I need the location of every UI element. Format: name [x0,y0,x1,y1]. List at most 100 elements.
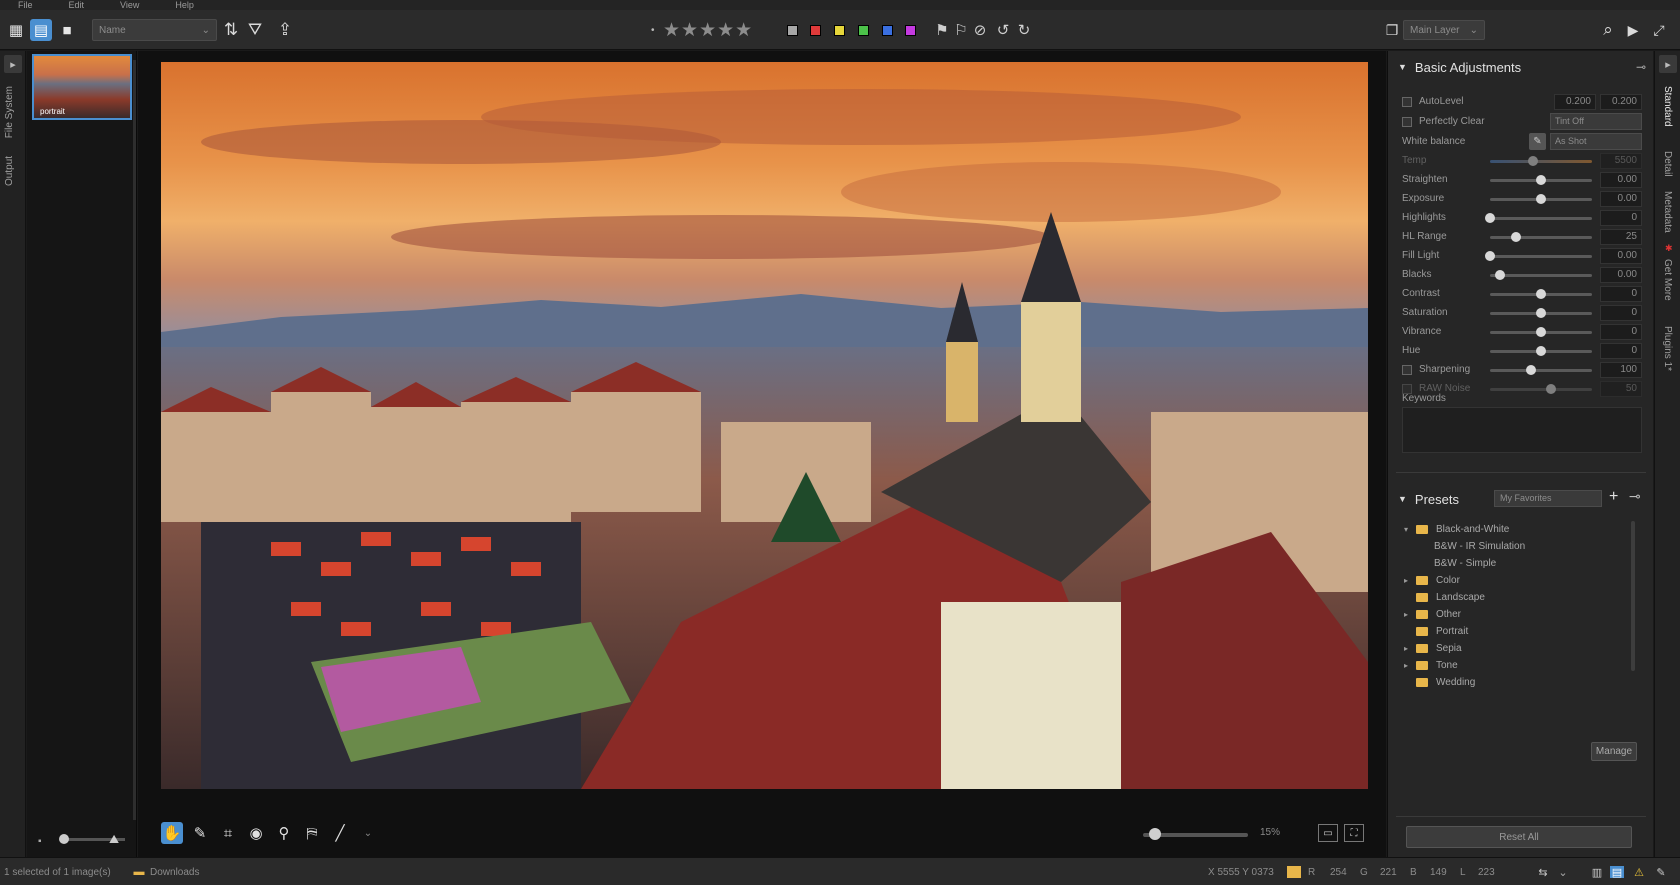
presets-scrollbar[interactable] [1631,521,1635,671]
preset-folder[interactable]: ▸ Sepia [1404,640,1624,657]
color-label-purple[interactable] [905,25,916,36]
grid-view-icon[interactable]: ▦ [5,19,27,41]
autolevel-checkbox[interactable] [1402,97,1412,107]
perfectly-clear-checkbox[interactable] [1402,117,1412,127]
expand-arrow-icon[interactable]: ▸ [1404,576,1416,585]
slider-value-field[interactable]: 50 [1600,381,1642,397]
slider-checkbox[interactable] [1402,365,1412,375]
slider-track[interactable] [1490,217,1592,220]
slider-value-field[interactable]: 100 [1600,362,1642,378]
color-label-green[interactable] [858,25,869,36]
search-icon[interactable]: ⌕ [1597,19,1619,41]
tab-detail[interactable]: Detail [1662,151,1673,177]
preset-item[interactable]: B&W - IR Simulation [1404,538,1624,555]
layer-dropdown[interactable]: Main Layer ⌄ [1403,20,1485,40]
slider-knob[interactable] [1527,156,1538,166]
layers-icon[interactable]: ❐ [1381,19,1403,41]
reset-all-button[interactable]: Reset All [1406,826,1632,848]
slider-value-field[interactable]: 0.00 [1600,172,1642,188]
slider-value-field[interactable]: 0 [1600,286,1642,302]
expand-arrow-icon[interactable]: ▸ [1404,610,1416,619]
slider-knob[interactable] [1485,251,1495,261]
slider-value-field[interactable]: 0 [1600,305,1642,321]
menu-view[interactable]: View [120,0,139,10]
color-label-red[interactable] [810,25,821,36]
fullscreen-icon[interactable]: ⤢ [1648,19,1670,41]
browse-view-icon[interactable]: ▤ [30,19,52,41]
preset-folder[interactable]: Portrait [1404,623,1624,640]
chevron-down-icon[interactable]: ⌄ [1556,866,1570,879]
perfectly-clear-dropdown[interactable]: Tint Off [1550,113,1642,130]
flag-clear-icon[interactable]: ⊘ [971,19,989,41]
eyedropper-icon[interactable]: ✎ [189,822,211,844]
slider-knob[interactable] [1525,365,1536,375]
tab-metadata[interactable]: Metadata [1662,191,1673,233]
flag-reject-icon[interactable]: ⚐ [952,19,970,41]
presets-filter-dropdown[interactable]: My Favorites [1494,490,1602,507]
slider-knob[interactable] [1546,384,1557,394]
autolevel-high-field[interactable]: 0.200 [1600,94,1642,110]
clone-icon[interactable]: ⚲ [273,822,295,844]
slider-knob[interactable] [1536,194,1546,204]
slideshow-icon[interactable]: ▶ [1622,19,1644,41]
preset-folder[interactable]: Landscape [1404,589,1624,606]
sort-order-icon[interactable]: ⇅ [220,19,242,41]
tab-output[interactable]: Output [4,156,15,186]
menu-help[interactable]: Help [175,0,194,10]
slider-knob[interactable] [1485,213,1495,223]
rotate-left-icon[interactable]: ↺ [994,19,1012,41]
slider-track[interactable] [1490,255,1592,258]
add-preset-icon[interactable]: + [1609,488,1618,506]
local-adjust-icon[interactable]: ⛿ [301,822,323,844]
flag-pick-icon[interactable]: ⚑ [933,19,951,41]
expand-right-icon[interactable]: ▸ [1659,55,1677,73]
expand-arrow-icon[interactable]: ▸ [1404,661,1416,670]
tab-file-system[interactable]: File System [4,86,15,138]
slider-track[interactable] [1490,369,1592,372]
menu-file[interactable]: File [18,0,33,10]
rating-stars[interactable]: ★★★★★ [663,19,753,41]
manage-button[interactable]: Manage [1591,742,1637,761]
preset-item[interactable]: B&W - Simple [1404,555,1624,572]
autolevel-low-field[interactable]: 0.200 [1554,94,1596,110]
eyedropper-icon[interactable]: ✎ [1529,133,1546,150]
line-tool-icon[interactable]: ╱ [329,822,351,844]
crop-icon[interactable]: ⌗ [217,822,239,844]
layout-icon[interactable]: ▥ [1590,866,1604,879]
actual-size-icon[interactable]: ⛶ [1344,824,1364,842]
filmstrip-scrollbar[interactable] [133,60,136,820]
tool-icon[interactable]: ✎ [1654,866,1668,879]
expand-arrow-icon[interactable]: ▾ [1404,525,1416,534]
slider-track[interactable] [1490,236,1592,239]
color-label-none[interactable] [787,25,798,36]
slider-value-field[interactable]: 0 [1600,210,1642,226]
expand-arrow-icon[interactable]: ▸ [1404,644,1416,653]
preset-folder[interactable]: Wedding [1404,674,1624,691]
slider-value-field[interactable]: 25 [1600,229,1642,245]
pin-icon[interactable]: ⊸ [1636,60,1646,74]
preset-folder[interactable]: ▸ Color [1404,572,1624,589]
expand-left-icon[interactable]: ▸ [4,55,22,73]
current-folder[interactable]: Downloads [150,867,199,878]
slider-value-field[interactable]: 0.00 [1600,191,1642,207]
slider-track[interactable] [1490,160,1592,163]
slider-knob[interactable] [1536,346,1546,356]
preset-folder[interactable]: ▸ Other [1404,606,1624,623]
hand-tool-icon[interactable]: ✋ [161,822,183,844]
warning-icon[interactable]: ⚠ [1632,866,1646,879]
rotate-right-icon[interactable]: ↻ [1015,19,1033,41]
slider-track[interactable] [1490,274,1592,277]
slider-value-field[interactable]: 0 [1600,324,1642,340]
slider-value-field[interactable]: 0.00 [1600,267,1642,283]
main-photo[interactable] [161,62,1368,789]
single-view-icon[interactable]: ■ [56,19,78,41]
slider-knob[interactable] [1510,232,1521,242]
fit-view-icon[interactable]: ▭ [1318,824,1338,842]
slider-knob[interactable] [1536,175,1546,185]
remove-preset-icon[interactable]: ⊸ [1629,488,1641,505]
slider-knob[interactable] [1495,270,1506,280]
panel-layout-icon[interactable]: ▤ [1610,866,1624,879]
zoom-knob[interactable] [1149,828,1161,840]
color-mode-icon[interactable]: ⇆ [1536,866,1550,879]
color-label-yellow[interactable] [834,25,845,36]
